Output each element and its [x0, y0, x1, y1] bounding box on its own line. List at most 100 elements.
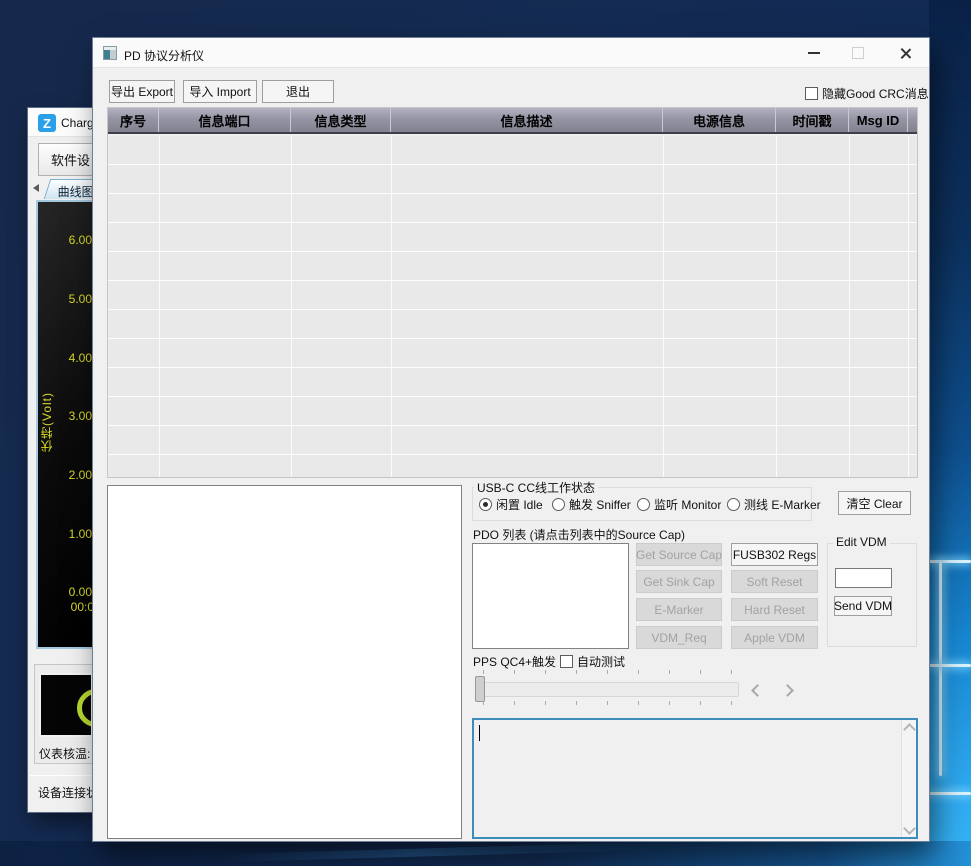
grid-line: [776, 136, 777, 477]
close-icon: [899, 47, 912, 60]
wallpaper-beam: [929, 560, 971, 563]
radio-monitor-label: 监听 Monitor: [654, 496, 721, 513]
export-button[interactable]: 导出 Export: [109, 80, 175, 103]
tab-curve[interactable]: 曲线图: [44, 179, 94, 199]
log-textarea[interactable]: [472, 718, 918, 839]
pps-slider-handle[interactable]: [475, 676, 485, 702]
hide-goodcrc-checkbox[interactable]: 隐藏Good CRC消息: [805, 85, 929, 102]
device-status-label: 设备连接状: [38, 784, 94, 801]
radio-emarker[interactable]: 测线 E-Marker: [727, 496, 821, 513]
col-header-desc[interactable]: 信息描述: [391, 108, 663, 132]
grid-line: [159, 136, 160, 477]
e-marker-button: E-Marker: [636, 598, 722, 621]
temperature-gauge: [39, 673, 93, 737]
maximize-button[interactable]: [838, 38, 878, 68]
checkbox-icon: [560, 655, 573, 668]
radio-monitor[interactable]: 监听 Monitor: [637, 496, 721, 513]
exit-button[interactable]: 退出: [262, 80, 334, 103]
pd-window-title: PD 协议分析仪: [124, 47, 204, 64]
col-header-time[interactable]: 时间戳: [776, 108, 849, 132]
chevron-up-icon: [903, 723, 916, 736]
get-source-cap-button: Get Source Cap: [636, 543, 722, 566]
hard-reset-button: Hard Reset: [731, 598, 818, 621]
grid-line: [391, 136, 392, 477]
get-sink-cap-button: Get Sink Cap: [636, 570, 722, 593]
divider: [30, 775, 92, 776]
auto-test-checkbox[interactable]: 自动测试: [560, 653, 625, 670]
col-header-type[interactable]: 信息类型: [291, 108, 391, 132]
minimize-icon: [808, 52, 820, 54]
scroll-up-button[interactable]: [902, 722, 917, 736]
radio-idle-label: 闲置 Idle: [496, 496, 543, 513]
charger-window: Z Charg 软件设 曲线图 伏特(Volt) 6.00 5.00 4.00 …: [28, 108, 94, 812]
pps-label: PPS QC4+触发: [473, 653, 556, 670]
charger-title: Charg: [61, 116, 94, 130]
minimize-button[interactable]: [794, 38, 834, 68]
wallpaper-beam: [939, 562, 942, 776]
col-header-port[interactable]: 信息端口: [159, 108, 291, 132]
wallpaper-beam: [929, 664, 971, 667]
radio-icon: [637, 498, 650, 511]
pdo-list-label: PDO 列表 (请点击列表中的Source Cap): [473, 526, 685, 543]
radio-emarker-label: 测线 E-Marker: [744, 496, 821, 513]
col-header-index[interactable]: 序号: [108, 108, 159, 132]
tab-scroll-left-icon[interactable]: [33, 184, 39, 192]
gauge-panel: 仪表核温:: [34, 664, 94, 764]
send-vdm-button[interactable]: Send VDM: [834, 596, 892, 616]
col-header-msgid[interactable]: Msg ID: [849, 108, 908, 132]
apple-vdm-button: Apple VDM: [731, 626, 818, 649]
auto-test-label: 自动测试: [577, 653, 625, 670]
desktop: Z Charg 软件设 曲线图 伏特(Volt) 6.00 5.00 4.00 …: [0, 0, 971, 866]
table-body: [108, 136, 917, 477]
wallpaper-light-panel: [929, 0, 971, 866]
import-button[interactable]: 导入 Import: [183, 80, 257, 103]
radio-icon: [552, 498, 565, 511]
text-cursor: [479, 725, 480, 741]
checkbox-icon: [805, 87, 818, 100]
pdo-listbox[interactable]: [472, 543, 629, 649]
radio-icon: [479, 498, 492, 511]
col-header-power[interactable]: 电源信息: [663, 108, 776, 132]
radio-sniffer[interactable]: 触发 Sniffer: [552, 496, 631, 513]
pd-analyzer-window: PD 协议分析仪 导出 Export 导入 Import 退出 隐藏Good C…: [93, 38, 929, 841]
app-icon: [103, 46, 117, 60]
slider-ticks-top: [483, 670, 735, 674]
chevron-right-icon: [781, 684, 794, 697]
soft-reset-button: Soft Reset: [731, 570, 818, 593]
vdm-input[interactable]: [835, 568, 892, 588]
slider-step-up-button[interactable]: [779, 682, 795, 698]
radio-idle[interactable]: 闲置 Idle: [479, 496, 543, 513]
grid-line: [849, 136, 850, 477]
table-header: 序号 信息端口 信息类型 信息描述 电源信息 时间戳 Msg ID: [108, 108, 917, 134]
maximize-icon: [852, 47, 864, 59]
ytick: 6.00: [52, 233, 92, 247]
col-header-spacer: [908, 108, 917, 132]
fusb302-regs-button[interactable]: FUSB302 Regs: [731, 543, 818, 566]
chevron-down-icon: [903, 822, 916, 835]
radio-icon: [727, 498, 740, 511]
xtick-start: 00:0: [58, 600, 94, 614]
ytick: 0.00: [52, 585, 92, 599]
pps-slider-track[interactable]: [475, 682, 739, 697]
tab-curve-label: 曲线图: [48, 180, 94, 200]
wallpaper-beam: [929, 792, 971, 795]
close-button[interactable]: [884, 38, 926, 68]
ytick: 3.00: [52, 409, 92, 423]
cc-groupbox-title: USB-C CC线工作状态: [474, 479, 598, 496]
charger-logo-icon: Z: [38, 114, 56, 132]
voltage-chart: 伏特(Volt) 6.00 5.00 4.00 3.00 2.00 1.00 0…: [36, 200, 94, 649]
log-scrollbar[interactable]: [901, 720, 916, 837]
ytick: 4.00: [52, 351, 92, 365]
charger-titlebar: Z Charg: [28, 108, 94, 137]
radio-sniffer-label: 触发 Sniffer: [569, 496, 631, 513]
hide-goodcrc-label: 隐藏Good CRC消息: [822, 85, 929, 102]
message-table: 序号 信息端口 信息类型 信息描述 电源信息 时间戳 Msg ID: [107, 107, 918, 478]
gauge-arc: [77, 689, 93, 727]
detail-listbox[interactable]: [107, 485, 462, 839]
ytick: 5.00: [52, 292, 92, 306]
scroll-down-button[interactable]: [902, 821, 917, 835]
clear-button[interactable]: 清空 Clear: [838, 491, 911, 515]
grid-line: [908, 136, 909, 477]
slider-step-down-button[interactable]: [749, 682, 765, 698]
software-settings-button[interactable]: 软件设: [38, 143, 94, 176]
